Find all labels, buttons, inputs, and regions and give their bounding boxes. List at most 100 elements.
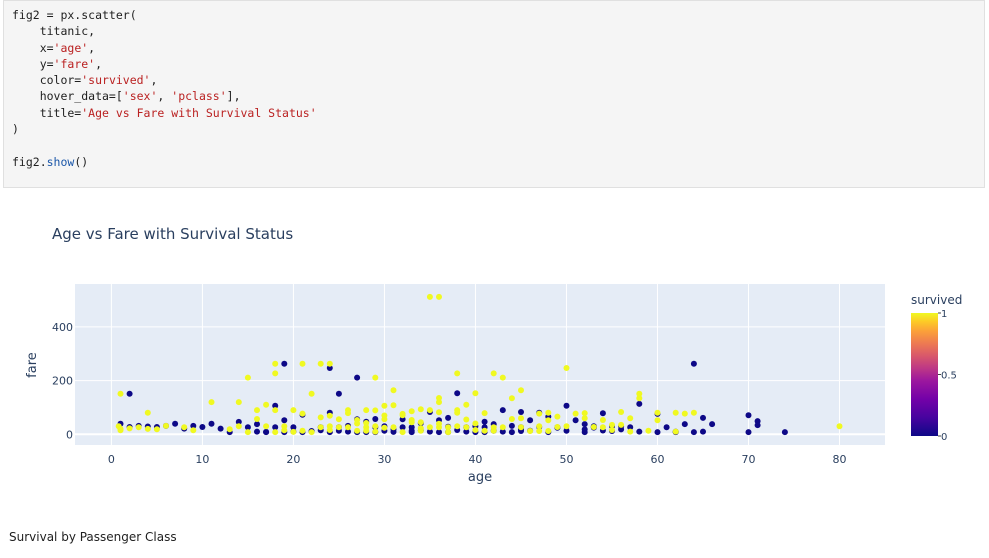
point-not-survived [263,429,270,436]
point-survived [144,425,151,432]
point-survived [390,424,397,431]
point-survived [372,428,379,435]
point-survived [135,424,142,431]
point-survived [417,406,424,413]
colorbar-tick-label: 1 [941,309,947,320]
point-survived [117,427,124,434]
code-token: title= [12,105,82,120]
code-token: , [150,73,158,88]
code-token: () [74,154,89,169]
point-survived [381,412,388,419]
code-token: color= [12,73,82,88]
point-not-survived [745,429,752,436]
colorbar-gradient [911,313,938,436]
point-survived [226,426,233,433]
point-survived [335,416,342,423]
point-survived [399,412,406,419]
point-survived [126,425,133,432]
code-token: x= [12,40,54,55]
point-survived [472,427,479,433]
x-tick-label: 30 [377,453,391,466]
point-survived [454,370,461,377]
point-survived [363,407,370,414]
code-token: y= [12,56,54,71]
point-not-survived [709,421,716,428]
point-survived [463,416,470,423]
code-token: fig2. [12,154,47,169]
point-survived [399,429,406,436]
point-not-survived [681,421,688,428]
point-survived [654,417,661,424]
point-survived [345,410,351,417]
point-survived [508,416,515,422]
point-survived [235,423,242,430]
point-survived [326,423,333,430]
point-survived [572,410,579,417]
point-survived [372,374,379,381]
code-line: color='survived', [12,72,984,88]
colorbar: survived 00.51 [911,293,962,443]
code-string-token: 'Age vs Fare with Survival Status' [81,105,317,120]
code-string-token: 'age' [53,40,89,55]
code-line: fig2 = px.scatter( [12,7,984,23]
point-survived [536,428,543,434]
point-survived [299,360,306,367]
point-survived [317,424,324,431]
point-survived [345,424,351,431]
point-not-survived [654,429,661,436]
point-survived [518,387,524,394]
point-survived [408,419,415,426]
point-not-survived [281,417,288,424]
point-survived [272,360,279,367]
code-token: , [88,40,96,55]
point-survived [290,428,297,435]
point-survived [272,407,279,414]
code-string-token: 'pclass' [171,89,227,104]
x-tick-label: 20 [286,453,300,466]
point-survived [463,401,470,408]
point-survived [254,407,260,414]
point-not-survived [208,420,215,427]
point-not-survived [518,409,524,415]
point-survived [672,428,679,435]
code-token: , [95,56,103,71]
code-token: titanic, [12,24,96,39]
scatter-plot[interactable]: Age vs Fare with Survival Status 0 10 20 30… [0,195,989,515]
point-survived [645,427,652,434]
code-line: y='fare', [12,56,984,72]
code-token: hover_data=[ [12,89,123,104]
point-survived [609,421,615,428]
point-survived [563,365,570,371]
y-axis-label: fare [25,352,40,378]
point-survived [263,423,270,430]
colorbar-ticks: 00.51 [938,309,957,443]
point-survived [536,410,543,417]
point-survived [481,427,488,434]
point-not-survived [445,414,452,421]
plot-background [75,284,885,445]
y-tick-label: 0 [66,428,73,441]
point-survived [545,428,552,434]
code-line: hover_data=['sex', 'pclass'], [12,88,984,104]
point-survived [254,416,260,422]
point-survived [208,399,215,406]
point-survived [436,420,442,427]
point-survived [235,399,242,406]
point-not-survived [354,374,361,381]
point-survived [599,417,606,423]
point-not-survived [700,414,706,421]
point-not-survived [408,427,415,434]
point-not-survived [572,417,579,424]
code-editor[interactable]: fig2 = px.scatter( titanic, x='age', y='… [4,1,984,170]
point-survived [472,390,479,397]
point-survived [518,424,524,431]
code-cell[interactable]: fig2 = px.scatter( titanic, x='age', y='… [3,0,985,188]
code-token: ) [12,122,19,137]
point-survived [490,427,497,434]
point-survived [244,429,251,436]
code-string-token: 'survived' [81,73,151,88]
point-survived [153,426,160,433]
point-survived [426,424,433,431]
code-string-token: 'fare' [53,56,96,71]
chart-svg[interactable]: Age vs Fare with Survival Status 0 10 20 30… [0,195,989,515]
